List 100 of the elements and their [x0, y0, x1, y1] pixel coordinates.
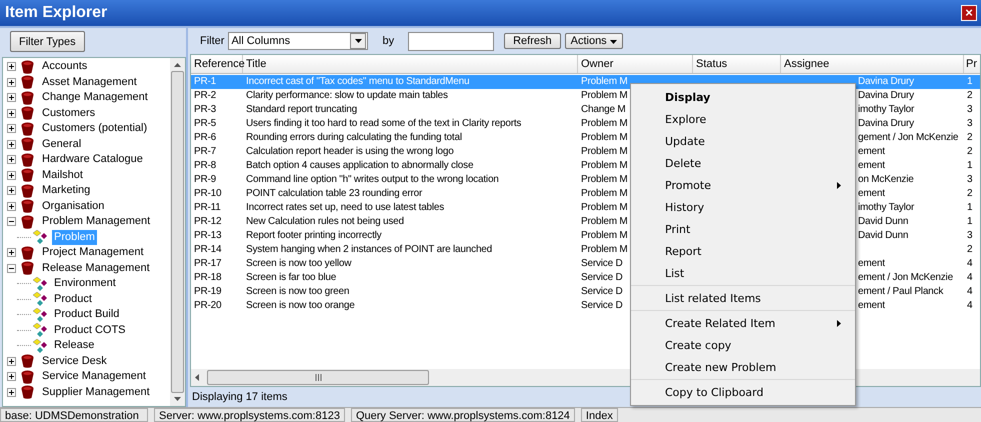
tree-item[interactable]: Service Management [40, 369, 148, 384]
expander-icon[interactable] [7, 170, 16, 180]
expander-icon[interactable] [7, 140, 16, 149]
expander-icon[interactable] [7, 155, 16, 164]
diamond-icon [33, 338, 49, 353]
table-cell[interactable]: PR-17 [191, 257, 243, 271]
table-cell[interactable]: PR-3 [191, 103, 243, 117]
column-header[interactable]: Reference [191, 55, 243, 73]
table-cell-text: 2 [966, 145, 974, 159]
bucket-icon [21, 106, 34, 120]
menu-item[interactable]: List [631, 262, 855, 284]
tree-item[interactable]: General [40, 136, 84, 152]
table-cell[interactable]: PR-19 [191, 285, 243, 299]
bucket-icon [21, 246, 34, 260]
menu-item[interactable]: Copy to Clipboard [631, 381, 855, 403]
menu-item[interactable]: Create Related Item [631, 312, 855, 334]
table-cell[interactable]: PR-12 [191, 215, 243, 229]
table-cell[interactable]: PR-2 [191, 89, 243, 103]
tree-item[interactable]: Customers [40, 106, 98, 121]
tree-item[interactable]: Environment [52, 276, 118, 292]
tree-item[interactable]: Asset Management [40, 74, 139, 90]
table-cell: Problem M [581, 118, 628, 129]
table-cell[interactable]: PR-6 [191, 131, 243, 145]
expander-icon[interactable] [7, 217, 16, 226]
tree-item[interactable]: Supplier Management [40, 384, 152, 400]
column-header[interactable]: Status [693, 55, 781, 73]
column-header[interactable]: Owner [578, 55, 693, 73]
table-cell[interactable]: PR-20 [191, 299, 243, 313]
tree-item[interactable]: Marketing [40, 183, 92, 198]
expander-icon[interactable] [7, 108, 16, 118]
menu-item[interactable]: Update [631, 130, 855, 152]
search-field[interactable] [408, 32, 494, 50]
table-cell-text: Clarity performance: slow to update main tables [245, 89, 449, 103]
table-cell-text: Screen is now too yellow [245, 257, 352, 271]
expander-icon[interactable] [7, 78, 16, 87]
table-cell: Service D [581, 258, 623, 269]
table-cell: ement / Paul Planck [858, 286, 944, 297]
table-cell: Problem M [581, 146, 628, 157]
expander-icon[interactable] [7, 202, 16, 211]
table-cell-text: Calculation report header is using the wrong logo [245, 145, 455, 159]
tree-item[interactable]: Release [52, 338, 96, 354]
close-button[interactable]: × [961, 5, 977, 21]
tree-item[interactable]: Mailshot [40, 168, 85, 183]
menu-item[interactable]: List related Items [631, 287, 855, 309]
tree-item[interactable]: Change Management [40, 90, 150, 106]
scrollbar[interactable] [170, 58, 185, 406]
table-cell[interactable]: PR-5 [191, 117, 243, 131]
expander-icon[interactable] [7, 62, 16, 72]
table-cell[interactable]: PR-13 [191, 229, 243, 243]
expander-icon[interactable] [7, 356, 16, 366]
submenu-arrow-icon [837, 182, 841, 188]
table-cell: ement [858, 258, 885, 269]
tree-item[interactable]: Product COTS [52, 322, 128, 338]
expander-icon[interactable] [7, 248, 16, 258]
menu-item[interactable]: History [631, 196, 855, 218]
filter-types-button[interactable]: Filter Types [10, 31, 85, 52]
menu-item[interactable]: Create new Problem [631, 356, 855, 378]
table-cell-text: 2 [966, 187, 974, 201]
actions-button[interactable]: Actions [564, 33, 623, 49]
scroll-down-icon[interactable] [174, 397, 181, 401]
menu-item[interactable]: Create copy [631, 334, 855, 356]
table-cell[interactable]: PR-18 [191, 271, 243, 285]
menu-item[interactable]: Delete [631, 152, 855, 174]
menu-item[interactable]: Promote [631, 174, 855, 196]
table-cell-text: Incorrect rates set up, need to use latest tables [245, 201, 446, 215]
refresh-button[interactable]: Refresh [504, 33, 561, 49]
expander-icon[interactable] [7, 372, 16, 382]
column-header[interactable]: Assignee [781, 55, 964, 73]
menu-item[interactable]: Print [631, 218, 855, 240]
table-cell[interactable]: PR-11 [191, 201, 243, 215]
expander-icon[interactable] [7, 124, 16, 134]
filter-dropdown[interactable]: All Columns [228, 32, 368, 50]
table-cell[interactable]: PR-8 [191, 159, 243, 173]
expander-icon[interactable] [7, 264, 16, 273]
expander-icon[interactable] [7, 388, 16, 397]
tree-item[interactable]: Hardware Catalogue [40, 152, 145, 168]
tree-item[interactable]: Product [52, 292, 94, 307]
table-cell[interactable]: PR-14 [191, 243, 243, 257]
menu-item[interactable]: Display [631, 86, 855, 108]
tree-item[interactable]: Organisation [40, 198, 106, 214]
scroll-left-icon[interactable] [195, 374, 199, 381]
tree-item[interactable]: Project Management [40, 245, 146, 260]
column-header[interactable]: Title [243, 55, 578, 73]
menu-item[interactable]: Explore [631, 108, 855, 130]
tree-item[interactable]: Problem Management [40, 214, 152, 230]
table-cell[interactable]: PR-10 [191, 187, 243, 201]
tree-item[interactable]: Release Management [40, 260, 152, 276]
column-header[interactable]: Pr [964, 55, 980, 73]
table-cell: Change M [581, 104, 626, 115]
tree-item[interactable]: Service Desk [40, 354, 109, 369]
bucket-icon [21, 385, 34, 400]
scroll-up-icon[interactable] [174, 63, 181, 67]
table-cell[interactable]: PR-7 [191, 145, 243, 159]
tree-item[interactable]: Accounts [40, 59, 90, 74]
tree-item[interactable]: Customers (potential) [40, 121, 150, 136]
table-cell[interactable]: PR-9 [191, 173, 243, 187]
expander-icon[interactable] [7, 93, 16, 102]
expander-icon[interactable] [7, 186, 16, 196]
tree-item[interactable]: Product Build [52, 307, 122, 322]
menu-item[interactable]: Report [631, 240, 855, 262]
